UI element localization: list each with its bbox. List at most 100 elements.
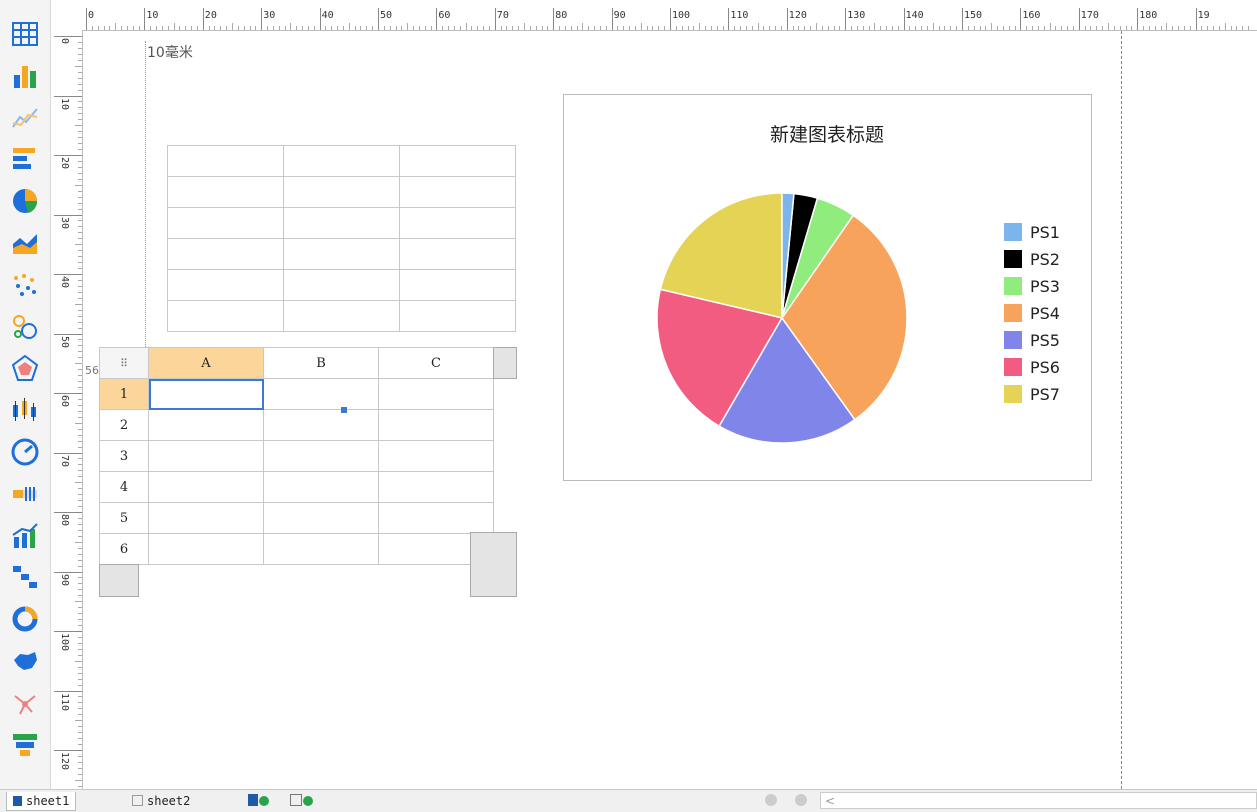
combo-chart-icon[interactable] <box>10 521 40 551</box>
table-row: 3 <box>99 440 494 472</box>
page-edge-guide <box>1121 31 1122 789</box>
pie-chart-container[interactable]: 新建图表标题 PS1 PS2 PS3 PS4 PS5 PS6 PS7 <box>563 94 1092 481</box>
add-sheet-icon[interactable] <box>248 794 270 808</box>
candlestick-icon[interactable] <box>10 395 40 425</box>
ruler-label: 30 <box>263 10 276 21</box>
ruler-label: 120 <box>788 10 807 21</box>
grid-cell[interactable] <box>148 471 264 503</box>
ruler-label: 110 <box>730 10 749 21</box>
grid-cell[interactable] <box>378 440 494 472</box>
table-row: 6 <box>99 533 494 565</box>
row-resize-handle[interactable] <box>99 564 139 597</box>
horizontal-scrollbar[interactable]: < <box>820 792 1257 809</box>
ruler-label: 110 <box>59 692 70 711</box>
network-icon[interactable] <box>10 688 40 718</box>
row-header[interactable]: 1 <box>99 378 149 410</box>
ruler-label: 180 <box>1139 10 1158 21</box>
grid-cell[interactable] <box>378 502 494 534</box>
legend-label[interactable]: PS4 <box>1030 304 1060 323</box>
row-header[interactable]: 5 <box>99 502 149 534</box>
legend-swatch <box>1004 385 1022 403</box>
grid-cell[interactable] <box>263 409 379 441</box>
table-row: 2 <box>99 409 494 441</box>
row-header[interactable]: 3 <box>99 440 149 472</box>
bubble-icon[interactable] <box>10 312 40 342</box>
pie-chart-icon[interactable] <box>10 186 40 216</box>
column-header-b[interactable]: B <box>263 347 379 379</box>
table-row: 5 <box>99 502 494 534</box>
ruler-label: 100 <box>672 10 691 21</box>
legend-swatch <box>1004 331 1022 349</box>
legend-label[interactable]: PS1 <box>1030 223 1060 242</box>
legend-label[interactable]: PS3 <box>1030 277 1060 296</box>
grid-cell[interactable] <box>148 502 264 534</box>
grid-cell[interactable] <box>148 533 264 565</box>
report-canvas[interactable]: 10毫米 56 ⠿ A B C 123456 新建图表标题 PS1 PS2 PS3 PS… <box>83 31 1257 789</box>
vertical-ruler: 0 10 20 30 40 50 60 70 80 90 100 110 120 <box>54 30 83 789</box>
ruler-label: 80 <box>555 10 568 21</box>
legend-label[interactable]: PS5 <box>1030 331 1060 350</box>
ruler-label: 100 <box>59 633 70 652</box>
ruler-label: 50 <box>59 335 70 348</box>
tab-sheet2[interactable]: sheet2 <box>126 792 196 810</box>
legend-swatch <box>1004 358 1022 376</box>
legend-label[interactable]: PS7 <box>1030 385 1060 404</box>
ruler-label: 60 <box>59 395 70 408</box>
column-header-c[interactable]: C <box>378 347 494 379</box>
column-resize-handle[interactable] <box>493 347 517 379</box>
spreadsheet-grid[interactable]: ⠿ A B C 123456 <box>99 347 494 565</box>
area-chart-icon[interactable] <box>10 228 40 258</box>
ruler-label: 120 <box>59 752 70 771</box>
ruler-label: 0 <box>59 38 70 45</box>
active-cell[interactable] <box>148 378 264 410</box>
row-header[interactable]: 6 <box>99 533 149 565</box>
row-header[interactable]: 2 <box>99 409 149 441</box>
grid-cell[interactable] <box>378 409 494 441</box>
gauge-icon[interactable] <box>10 437 40 467</box>
table-row: 1 <box>99 378 494 410</box>
legend-swatch <box>1004 250 1022 268</box>
grid-cell[interactable] <box>263 533 379 565</box>
scroll-left-icon[interactable] <box>765 794 777 806</box>
select-all-corner[interactable]: ⠿ <box>99 347 149 379</box>
left-margin-guide <box>145 41 146 371</box>
map-icon[interactable] <box>10 646 40 676</box>
radar-icon[interactable] <box>10 353 40 383</box>
horizontal-bar-icon[interactable] <box>10 144 40 174</box>
legend-swatch <box>1004 304 1022 322</box>
tab-sheet1[interactable]: sheet1 <box>6 792 77 811</box>
add-blank-sheet-icon[interactable] <box>290 794 316 808</box>
table-icon[interactable] <box>10 19 40 49</box>
ruler-label: 20 <box>204 10 217 21</box>
bar-chart-icon[interactable] <box>10 61 40 91</box>
corner-resize-handle[interactable] <box>470 532 517 597</box>
grid-cell[interactable] <box>378 378 494 410</box>
chart-type-toolbar <box>0 0 51 789</box>
scatter-icon[interactable] <box>10 270 40 300</box>
scroll-right-icon[interactable] <box>795 794 807 806</box>
fill-handle[interactable] <box>341 407 347 413</box>
grid-cell[interactable] <box>263 378 379 410</box>
ruler-label: 80 <box>59 514 70 527</box>
ruler-label: 130 <box>847 10 866 21</box>
placeholder-grid[interactable] <box>167 145 516 332</box>
grid-cell[interactable] <box>263 471 379 503</box>
row-header[interactable]: 4 <box>99 471 149 503</box>
ring-chart-icon[interactable] <box>10 604 40 634</box>
legend-label[interactable]: PS6 <box>1030 358 1060 377</box>
grid-cell[interactable] <box>378 471 494 503</box>
ruler-label: 50 <box>380 10 393 21</box>
legend-swatch <box>1004 277 1022 295</box>
grid-cell[interactable] <box>148 440 264 472</box>
grid-cell[interactable] <box>263 502 379 534</box>
ruler-label: 10 <box>59 97 70 110</box>
progress-bar-icon[interactable] <box>10 479 40 509</box>
grid-cell[interactable] <box>263 440 379 472</box>
sheet-icon <box>13 796 22 806</box>
funnel-icon[interactable] <box>10 730 40 760</box>
legend-label[interactable]: PS2 <box>1030 250 1060 269</box>
grid-cell[interactable] <box>148 409 264 441</box>
column-header-a[interactable]: A <box>148 347 264 379</box>
line-chart-icon[interactable] <box>10 103 40 133</box>
step-chart-icon[interactable] <box>10 562 40 592</box>
